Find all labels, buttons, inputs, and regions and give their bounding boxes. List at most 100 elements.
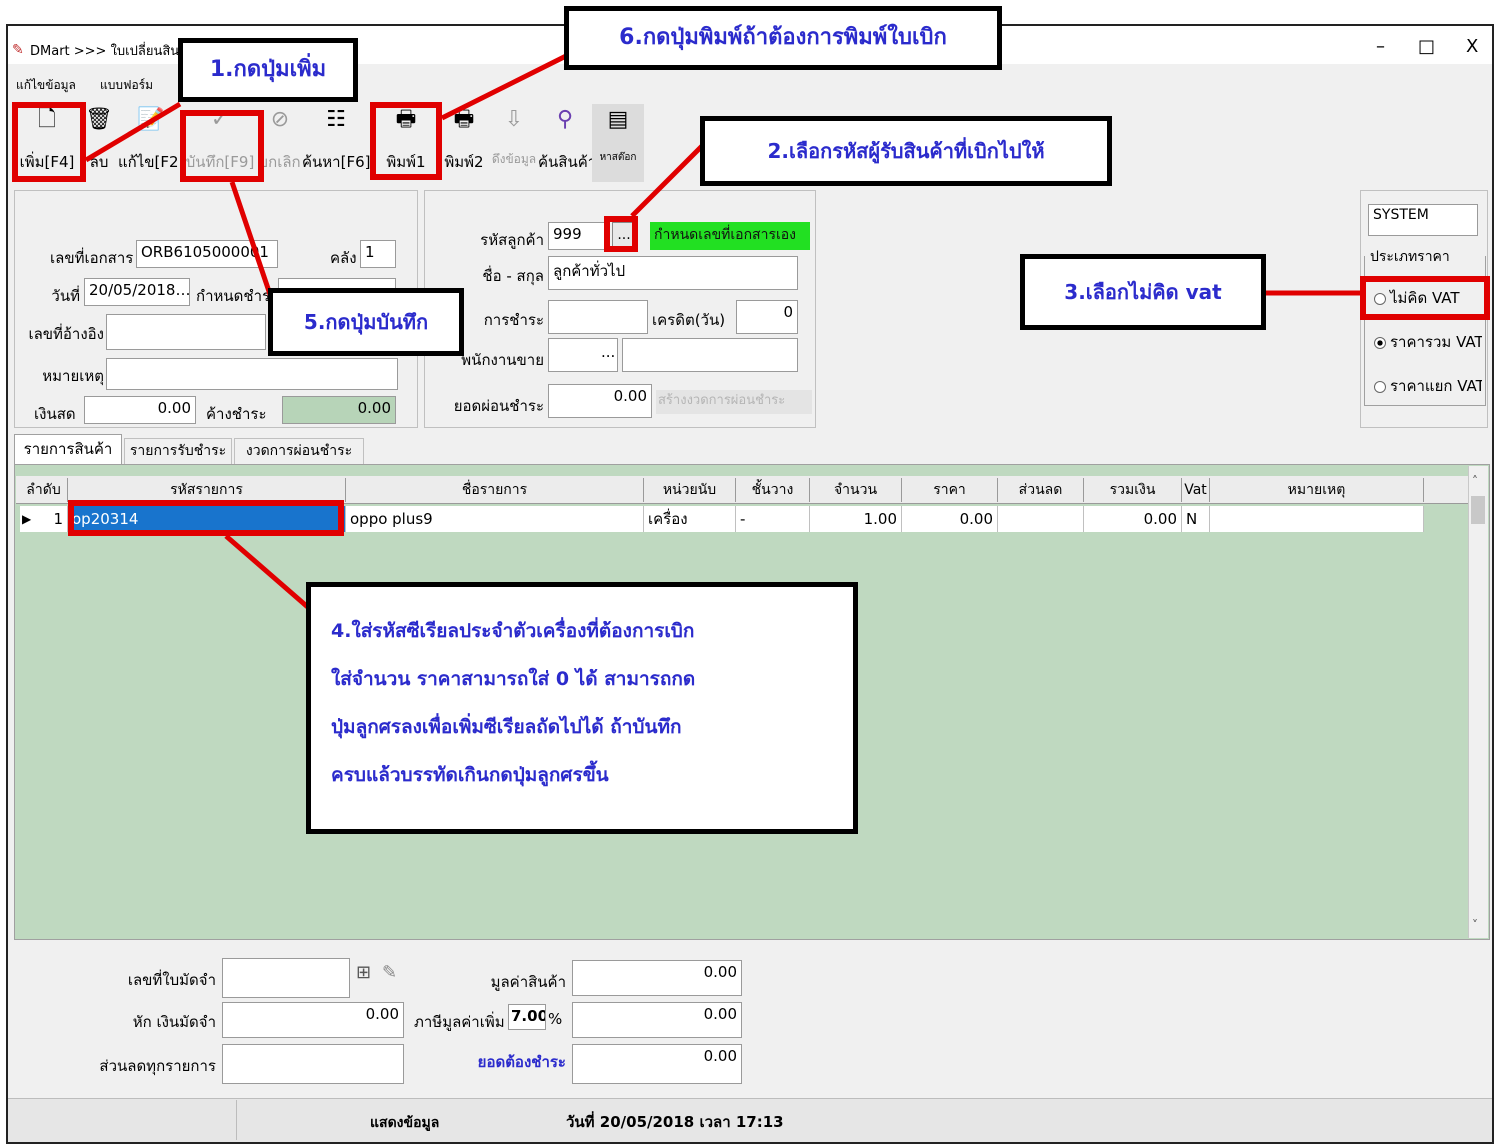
highlight-print1-button (370, 102, 442, 180)
deposit-no-label: เลขที่ใบมัดจำ (127, 971, 216, 989)
row-indicator: ▶ 1 (20, 506, 68, 532)
ref-field[interactable] (106, 314, 266, 350)
doc-no-label: เลขที่เอกสาร (50, 249, 134, 267)
close-button[interactable]: X (1466, 36, 1478, 57)
customer-name-label: ชื่อ - สกุล (482, 267, 544, 285)
cell-discount[interactable] (998, 506, 1084, 532)
note-field[interactable] (106, 358, 398, 390)
ref-label: เลขที่อ้างอิง (28, 325, 104, 343)
menu-edit-data[interactable]: แก้ไขข้อมูล (16, 76, 76, 95)
status-divider (236, 1100, 237, 1140)
menu-forms[interactable]: แบบฟอร์ม (100, 76, 153, 95)
vat-percent-label: % (548, 1010, 563, 1028)
fetch-data-button[interactable]: ⇩ ดึงข้อมูล (490, 104, 538, 182)
download-icon: ⇩ (504, 107, 524, 132)
col-discount: ส่วนลด (998, 478, 1084, 502)
deposit-select-icon[interactable]: ⊞ (356, 962, 371, 983)
cell-total[interactable]: 0.00 (1084, 506, 1182, 532)
tab-products[interactable]: รายการสินค้า (14, 434, 122, 464)
goods-value-label: มูลค่าสินค้า (490, 973, 566, 991)
warehouse-field[interactable]: 1 (360, 240, 396, 268)
cell-shelf[interactable]: - (736, 506, 810, 532)
highlight-code-cell (68, 500, 344, 536)
col-remark: หมายเหตุ (1210, 478, 1424, 502)
callout-step3: 3.เลือกไม่คิด vat (1020, 254, 1266, 330)
total-due-label: ยอดต้องชำระ (477, 1053, 566, 1071)
cash-field[interactable]: 0.00 (84, 396, 196, 424)
outstanding-label: ค้างชำระ (206, 405, 267, 423)
warehouse-label: คลัง (330, 249, 357, 267)
row-pointer-icon: ▶ (22, 512, 32, 526)
callout-step1: 1.กดปุ่มเพิ่ม (178, 38, 358, 102)
stock-icon: ▤ (607, 107, 629, 132)
goods-value-field: 0.00 (572, 960, 742, 996)
delete-button[interactable]: 🗑 ลบ (84, 104, 114, 182)
system-field: SYSTEM (1368, 204, 1478, 236)
cell-vat[interactable]: N (1182, 506, 1210, 532)
print2-button[interactable]: 🖶 พิมพ์2 (438, 104, 490, 182)
deposit-edit-icon[interactable]: ✎ (382, 962, 397, 983)
vat-label: ภาษีมูลค่าเพิ่ม (414, 1013, 505, 1031)
cell-price[interactable]: 0.00 (902, 506, 998, 532)
date-field[interactable]: 20/05/2018… (84, 278, 190, 306)
due-label: กำหนดชำระ (196, 287, 279, 305)
customer-code-label: รหัสลูกค้า (480, 231, 544, 249)
stock-button[interactable]: ▤ หาสต๊อก (592, 104, 644, 182)
salesperson-lookup-button[interactable]: ... (601, 343, 615, 361)
tab-payments[interactable]: รายการรับชำระ (124, 438, 232, 464)
radio-price-incl-vat[interactable]: ราคารวม VAT (1374, 330, 1482, 354)
callout-step5: 5.กดปุ่มบันทึก (268, 288, 464, 356)
callout-step2: 2.เลือกรหัสผู้รับสินค้าที่เบิกไปให้ (700, 116, 1112, 186)
highlight-save-button (180, 110, 264, 182)
salesperson-code-field[interactable]: ... (548, 338, 618, 372)
status-mode: แสดงข้อมูล (370, 1115, 440, 1131)
date-label: วันที่ (51, 287, 80, 305)
credit-field[interactable]: 0 (736, 300, 798, 334)
highlight-no-vat-option (1360, 276, 1490, 320)
scroll-down-icon[interactable]: ˅ (1472, 918, 1478, 932)
radio-price-excl-vat[interactable]: ราคาแยก VAT (1374, 374, 1482, 398)
find-product-button[interactable]: ⚲ ค้นสินค้า (538, 104, 596, 182)
cell-unit[interactable]: เครื่อง (644, 506, 736, 532)
col-code: รหัสรายการ (68, 478, 346, 502)
customer-name-field[interactable]: ลูกค้าทั่วไป (548, 256, 798, 290)
restore-button[interactable]: □ (1418, 36, 1435, 57)
doc-no-field[interactable]: ORB6105000001 (136, 240, 278, 268)
discount-all-label: ส่วนลดทุกรายการ (99, 1057, 216, 1075)
customer-code-field[interactable]: 999 (548, 222, 606, 250)
highlight-customer-lookup (604, 216, 638, 252)
col-qty: จำนวน (810, 478, 902, 502)
cancel-button[interactable]: ⊘ ยกเลิก (258, 104, 302, 182)
scroll-thumb[interactable] (1471, 496, 1485, 524)
cell-remark[interactable] (1210, 506, 1424, 532)
scroll-up-icon[interactable]: ˄ (1472, 474, 1478, 488)
deduct-deposit-field[interactable]: 0.00 (222, 1002, 404, 1038)
cash-label: เงินสด (34, 405, 76, 423)
discount-all-field[interactable] (222, 1044, 404, 1084)
vertical-scrollbar[interactable] (1468, 466, 1488, 938)
tab-installments[interactable]: งวดการผ่อนชำระ (234, 438, 364, 464)
doc-no-hint-badge[interactable]: กำหนดเลขที่เอกสารเอง (650, 222, 810, 250)
col-vat: Vat (1182, 478, 1210, 502)
cell-qty[interactable]: 1.00 (810, 506, 902, 532)
total-due-field: 0.00 (572, 1044, 742, 1084)
note-label: หมายเหตุ (42, 367, 104, 385)
vat-rate-field[interactable]: 7.00 (508, 1004, 546, 1030)
col-name: ชื่อรายการ (346, 478, 644, 502)
create-installment-button[interactable]: สร้างงวดการผ่อนชำระ (656, 390, 812, 414)
cell-name[interactable]: oppo plus9 (346, 506, 644, 532)
minimize-button[interactable]: – (1376, 36, 1385, 57)
col-shelf: ชั้นวาง (736, 478, 810, 502)
installment-label: ยอดผ่อนชำระ (453, 397, 544, 415)
date-picker-icon[interactable]: … (175, 281, 189, 299)
deposit-no-field[interactable] (222, 958, 350, 998)
payment-field[interactable] (548, 300, 648, 334)
outstanding-field: 0.00 (282, 396, 396, 424)
edit-button[interactable]: 📝 แก้ไข[F2] (118, 104, 184, 182)
printer-icon: 🖶 (453, 107, 475, 132)
deduct-deposit-label: หัก เงินมัดจำ (132, 1013, 216, 1031)
search-button[interactable]: ☷ ค้นหา[F6] (302, 104, 370, 182)
col-unit: หน่วยนับ (644, 478, 736, 502)
installment-field[interactable]: 0.00 (548, 384, 652, 418)
salesperson-name-field (622, 338, 798, 372)
